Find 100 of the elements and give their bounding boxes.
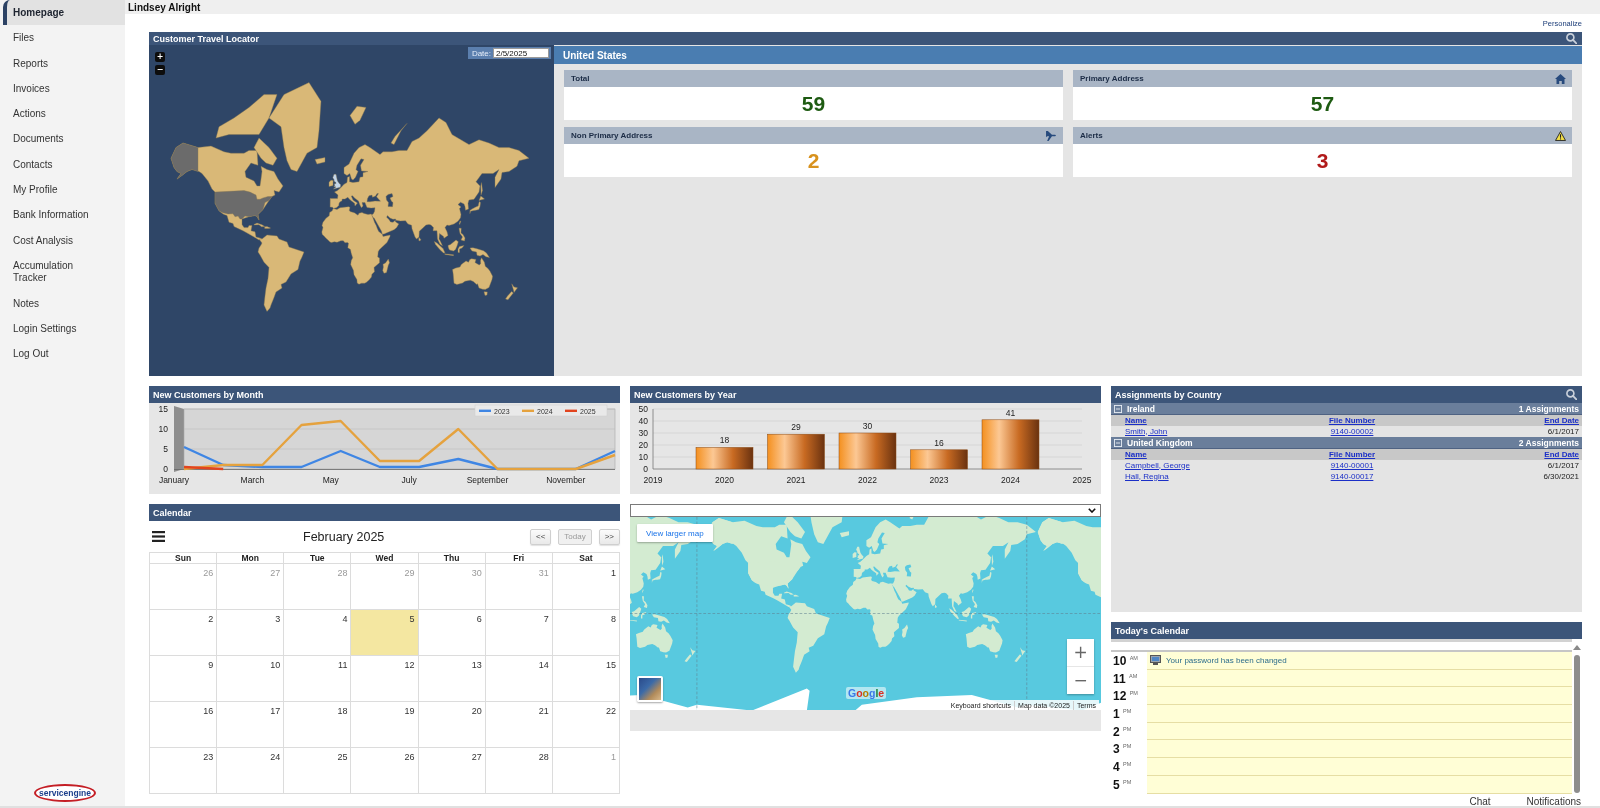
axis-tick-label: March	[240, 475, 265, 485]
nav-item[interactable]: Files	[3, 25, 125, 51]
country-name: United States	[563, 49, 627, 61]
nav-item[interactable]: Bank Information	[3, 202, 125, 228]
day-cell[interactable]: 19	[351, 702, 419, 748]
day-cell[interactable]: 3	[217, 610, 285, 656]
day-cell[interactable]: 15	[552, 656, 620, 702]
day-cell[interactable]: 6	[418, 610, 486, 656]
menu-icon[interactable]	[152, 531, 165, 542]
assignment-count: 2 Assignments	[1518, 437, 1579, 448]
axis-tick-label: November	[546, 475, 586, 485]
panel-title: Calendar	[153, 507, 192, 518]
collapse-icon[interactable]	[1114, 404, 1122, 413]
hour-label: 10 $^{AM}$	[1113, 653, 1138, 668]
record-number-link[interactable]: 9140-00017	[1330, 471, 1374, 482]
day-cell[interactable]: 13	[418, 656, 486, 702]
monitor-icon	[1150, 655, 1161, 666]
nav-item[interactable]: Actions	[3, 101, 125, 127]
nav-item[interactable]: Contacts	[3, 151, 125, 178]
day-cell[interactable]: 11	[284, 656, 352, 702]
satellite-view-button[interactable]	[637, 676, 663, 702]
warning-icon	[1555, 130, 1566, 141]
zoom-in-button[interactable]: +	[155, 52, 165, 62]
day-cell[interactable]: 22	[552, 702, 620, 748]
day-cell[interactable]: 18	[284, 702, 352, 748]
day-cell[interactable]: 9	[150, 656, 218, 702]
column-sort-link[interactable]: End Date	[1544, 415, 1579, 426]
zoom-out-button[interactable]: −	[155, 65, 165, 75]
nav-item[interactable]: Reports	[3, 50, 125, 76]
day-cell[interactable]: 12	[351, 656, 419, 702]
nav-item[interactable]: Documents	[3, 126, 125, 152]
column-sort-link[interactable]: End Date	[1544, 449, 1579, 460]
column-sort-link[interactable]: File Number	[1328, 449, 1376, 460]
view-larger-map-button[interactable]: View larger map	[637, 524, 713, 542]
calendar-nav-button[interactable]: <<	[529, 528, 552, 545]
zoom-in-button[interactable]: +	[1067, 639, 1094, 666]
record-number-link[interactable]: 9140-00001	[1330, 460, 1374, 471]
day-cell[interactable]: 2	[150, 610, 218, 656]
card-label: Primary Address	[1080, 74, 1144, 83]
day-cell[interactable]: 10	[217, 656, 285, 702]
nav-item[interactable]: Invoices	[3, 75, 125, 102]
stat-value: 57	[1310, 91, 1335, 116]
nav-item[interactable]: Homepage	[3, 0, 125, 26]
column-sort-link[interactable]: Name	[1125, 449, 1147, 460]
day-cell[interactable]: 20	[418, 702, 486, 748]
bar-value-label: 18	[719, 435, 730, 446]
search-icon[interactable]	[1566, 389, 1577, 400]
airplane-icon	[1046, 130, 1057, 141]
date-field[interactable]: 2/5/2025	[493, 48, 549, 58]
day-cell[interactable]: 17	[217, 702, 285, 748]
time-slot[interactable]: Your password has been changed	[1147, 652, 1572, 670]
search-icon[interactable]	[1566, 33, 1577, 44]
calendar-nav-button[interactable]: >>	[598, 528, 620, 545]
person-link[interactable]: Campbell, George	[1125, 460, 1190, 471]
day-cell[interactable]: 26	[351, 748, 419, 794]
day-cell[interactable]: 25	[284, 748, 352, 794]
day-cell[interactable]: 27	[418, 748, 486, 794]
zoom-out-button[interactable]: −	[1067, 667, 1094, 694]
scroll-up-icon[interactable]	[1573, 645, 1581, 650]
chart-bar	[838, 432, 897, 470]
nav-item[interactable]: Log Out	[3, 341, 125, 367]
footer-link[interactable]: Chat	[1469, 796, 1491, 806]
nav-item[interactable]: Cost Analysis	[3, 227, 125, 253]
location-select[interactable]	[630, 504, 1101, 517]
company-logo: servicengine	[34, 784, 96, 802]
person-link[interactable]: Hall, Regina	[1125, 471, 1169, 482]
day-cell[interactable]: 24	[217, 748, 285, 794]
nav-item[interactable]: Login Settings	[3, 315, 125, 342]
day-cell[interactable]: 16	[150, 702, 218, 748]
day-cell[interactable]: 5	[351, 610, 419, 656]
column-sort-link[interactable]: Name	[1125, 415, 1147, 426]
record-number-link[interactable]: 9140-00002	[1330, 426, 1374, 437]
nav-item[interactable]: Notes	[3, 290, 125, 316]
axis-tick-label: 2022	[858, 475, 877, 485]
day-cell[interactable]: 21	[485, 702, 553, 748]
collapse-icon[interactable]	[1114, 438, 1122, 447]
nav-item[interactable]: My Profile	[3, 177, 125, 203]
user-name: Lindsey Alright	[128, 1, 201, 13]
axis-tick-label: 0	[643, 464, 648, 474]
bar-value-label: 29	[791, 422, 801, 433]
home-icon	[1555, 73, 1566, 84]
stat-value: 59	[801, 91, 826, 116]
nav-item[interactable]: Accumulation Tracker	[3, 252, 125, 291]
stat-value: 3	[1316, 148, 1329, 173]
footer-link[interactable]: Notifications	[1526, 796, 1581, 806]
day-cell[interactable]: 23	[150, 748, 218, 794]
assignment-count: 1 Assignments	[1518, 403, 1579, 414]
column-sort-link[interactable]: File Number	[1328, 415, 1376, 426]
day-cell[interactable]: 28	[485, 748, 553, 794]
hour-label: 3 $^{PM}$	[1113, 742, 1132, 757]
day-cell[interactable]: 14	[485, 656, 553, 702]
weekday-header: Tue	[284, 553, 352, 564]
day-cell[interactable]: 1	[552, 564, 620, 610]
month-title: February 2025	[303, 529, 385, 544]
card-label: Total	[571, 74, 590, 83]
person-link[interactable]: Smith, John	[1125, 426, 1168, 437]
scrollbar-thumb[interactable]	[1574, 655, 1580, 793]
day-cell[interactable]: 8	[552, 610, 620, 656]
event-title[interactable]: Your password has been changed	[1166, 655, 1287, 665]
day-cell[interactable]: 7	[485, 610, 553, 656]
